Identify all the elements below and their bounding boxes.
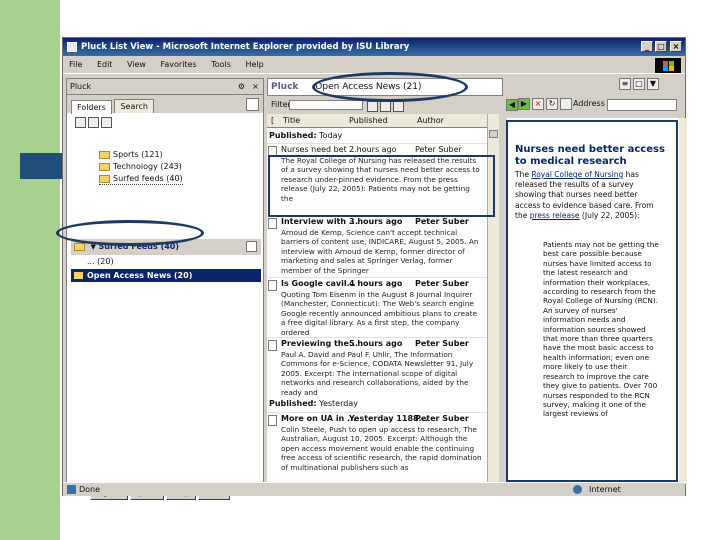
- delete-folder-icon[interactable]: [88, 117, 99, 128]
- filter-label: Filter: [271, 100, 291, 109]
- address-input[interactable]: [607, 99, 677, 111]
- folder-icon: [74, 242, 85, 251]
- list-item[interactable]: More on UA in ... Yesterday 1188... Peter …: [267, 412, 487, 484]
- menu-edit[interactable]: Edit: [91, 56, 119, 74]
- close-button[interactable]: ×: [670, 41, 682, 52]
- status-zone: Internet: [589, 485, 621, 494]
- layout-icon[interactable]: ≡: [619, 78, 631, 90]
- address-label: Address: [573, 99, 605, 108]
- tab-folders[interactable]: Folders: [71, 100, 112, 114]
- status-bar: Done Internet: [63, 482, 685, 496]
- list-item[interactable]: Is Google cavil... 4 hours ago Peter Suber…: [267, 277, 487, 337]
- menu-view[interactable]: View: [121, 56, 152, 74]
- feed-item-open-access-news[interactable]: Open Access News (20): [71, 269, 261, 282]
- post-icon: [268, 340, 277, 351]
- highlight-oval-feed-item: [56, 220, 204, 246]
- new-folder-icon[interactable]: [75, 117, 86, 128]
- menu-favorites[interactable]: Favorites: [155, 56, 203, 74]
- pane-close-icon[interactable]: ×: [250, 81, 261, 92]
- folder-icon: [99, 150, 110, 159]
- left-pane-header: Pluck ⚙ ×: [67, 79, 263, 95]
- view-icon[interactable]: [367, 101, 378, 112]
- left-pane-title: Pluck: [70, 82, 92, 91]
- pane-options-icon[interactable]: ⚙: [236, 81, 247, 92]
- stop-icon[interactable]: ×: [532, 97, 544, 110]
- menu-file[interactable]: File: [63, 56, 88, 74]
- article-scrollbar[interactable]: [679, 118, 687, 484]
- window-title: Pluck List View - Microsoft Internet Exp…: [81, 42, 410, 52]
- group-header-yesterday: Published: Yesterday: [269, 399, 358, 408]
- tree-item-technology[interactable]: Technology (243): [99, 161, 182, 172]
- tree-toolbar: [71, 115, 261, 131]
- highlight-box-article: [506, 120, 678, 482]
- highlight-oval-feed-title: [312, 72, 468, 102]
- post-icon: [268, 280, 277, 291]
- post-icon: [268, 415, 277, 426]
- collapse-icon[interactable]: ▼: [647, 78, 659, 90]
- column-title[interactable]: Title: [283, 114, 300, 128]
- group-header-today: Published: Today: [269, 131, 343, 140]
- restore-icon[interactable]: □: [633, 78, 645, 90]
- folder-icon: [99, 174, 110, 183]
- tree-item-surfed-feeds[interactable]: Surfed feeds (40): [99, 173, 183, 185]
- feed-action-icon[interactable]: [246, 241, 257, 252]
- list-item[interactable]: Previewing the... 5 hours ago Peter Suber …: [267, 337, 487, 397]
- status-text: Done: [79, 485, 101, 494]
- window-titlebar: Pluck List View - Microsoft Internet Exp…: [63, 38, 685, 56]
- minimize-button[interactable]: _: [641, 41, 653, 52]
- refresh-icon[interactable]: ↻: [546, 97, 558, 110]
- folder-icon: [99, 162, 110, 171]
- column-published[interactable]: Published: [349, 114, 388, 128]
- page-status-icon: [67, 485, 76, 494]
- pluck-logo: Pluck: [271, 82, 299, 92]
- filter-input[interactable]: [289, 100, 363, 110]
- post-icon: [268, 218, 277, 229]
- menu-help[interactable]: Help: [239, 56, 269, 74]
- column-author[interactable]: Author: [417, 114, 444, 128]
- highlight-box-item: [268, 155, 495, 217]
- ie-icon: [67, 42, 77, 52]
- left-pane: Pluck ⚙ × Folders Search Sports (121) Te…: [66, 78, 264, 484]
- column-flag-icon[interactable]: [: [271, 114, 274, 128]
- tab-search[interactable]: Search: [114, 99, 154, 113]
- refresh-icon[interactable]: [246, 98, 259, 111]
- list-item[interactable]: Interview with ... 3 hours ago Peter Suber…: [267, 215, 487, 275]
- left-tabs: Folders Search: [67, 95, 263, 114]
- feeds-list: ... (20) Open Access News (20): [71, 256, 261, 476]
- maximize-button[interactable]: □: [655, 41, 667, 52]
- menu-tools[interactable]: Tools: [205, 56, 237, 74]
- delete-icon[interactable]: [393, 101, 404, 112]
- back-icon[interactable]: ◀: [506, 99, 518, 111]
- scrollbar-thumb[interactable]: [489, 130, 498, 138]
- item-summary: Colin Steele, Push to open up access to …: [281, 425, 482, 472]
- tree-item-sports[interactable]: Sports (121): [99, 149, 163, 160]
- forward-icon[interactable]: ▶: [518, 97, 530, 110]
- mark-read-icon[interactable]: [380, 101, 391, 112]
- column-headers: [ Title Published Author: [267, 114, 487, 128]
- properties-icon[interactable]: [101, 117, 112, 128]
- item-summary: Paul A. David and Paul F. Uhlir, The Inf…: [281, 350, 474, 397]
- item-summary: Quoting Tom Eisenm in the August 8 Journ…: [281, 290, 477, 337]
- item-summary: Arnoud de Kemp, Science can't accept tec…: [281, 228, 479, 275]
- page-icon[interactable]: [560, 97, 572, 110]
- feed-item[interactable]: ... (20): [87, 256, 114, 268]
- right-window-buttons: ≡ □ ▼: [619, 78, 685, 94]
- internet-zone-icon: [573, 485, 582, 494]
- folder-tree: Sports (121) Technology (243) Surfed fee…: [71, 115, 261, 235]
- rss-folder-icon: [74, 272, 83, 279]
- windows-logo-icon: [655, 58, 681, 73]
